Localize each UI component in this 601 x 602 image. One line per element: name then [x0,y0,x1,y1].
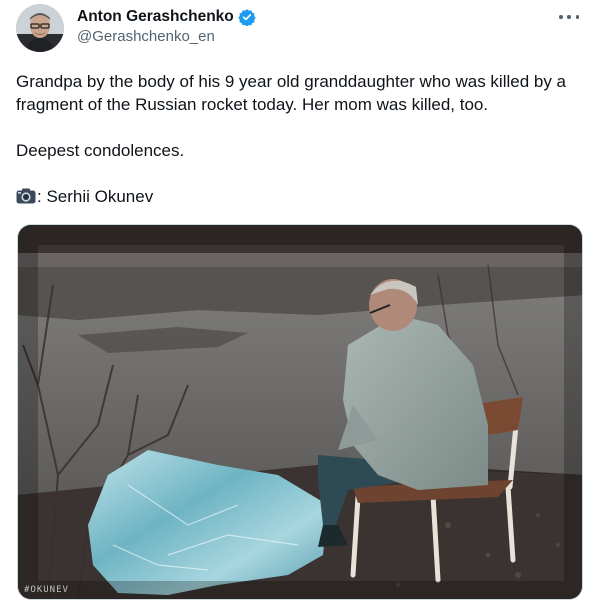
camera-icon [16,187,36,204]
photo-watermark: #OKUNEV [24,585,69,595]
photo-credit-text: : Serhii Okunev [37,187,154,206]
tweet-paragraph: Deepest condolences. [16,141,185,160]
author-avatar[interactable] [16,4,64,52]
more-options-icon[interactable] [559,9,579,25]
tweet-paragraph: Grandpa by the body of his 9 year old gr… [16,72,567,114]
author-handle[interactable]: @Gerashchenko_en [77,28,215,45]
tweet-photo[interactable]: #OKUNEV [17,224,583,600]
author-display-name[interactable]: Anton Gerashchenko [77,8,234,26]
photo-credit: : Serhii Okunev [16,185,588,208]
verified-badge-icon [238,8,256,27]
author-name-row[interactable]: Anton Gerashchenko [77,6,256,28]
tweet-card: Anton Gerashchenko @Gerashchenko_en Gran… [0,0,601,602]
tweet-text: Grandpa by the body of his 9 year old gr… [16,70,588,208]
